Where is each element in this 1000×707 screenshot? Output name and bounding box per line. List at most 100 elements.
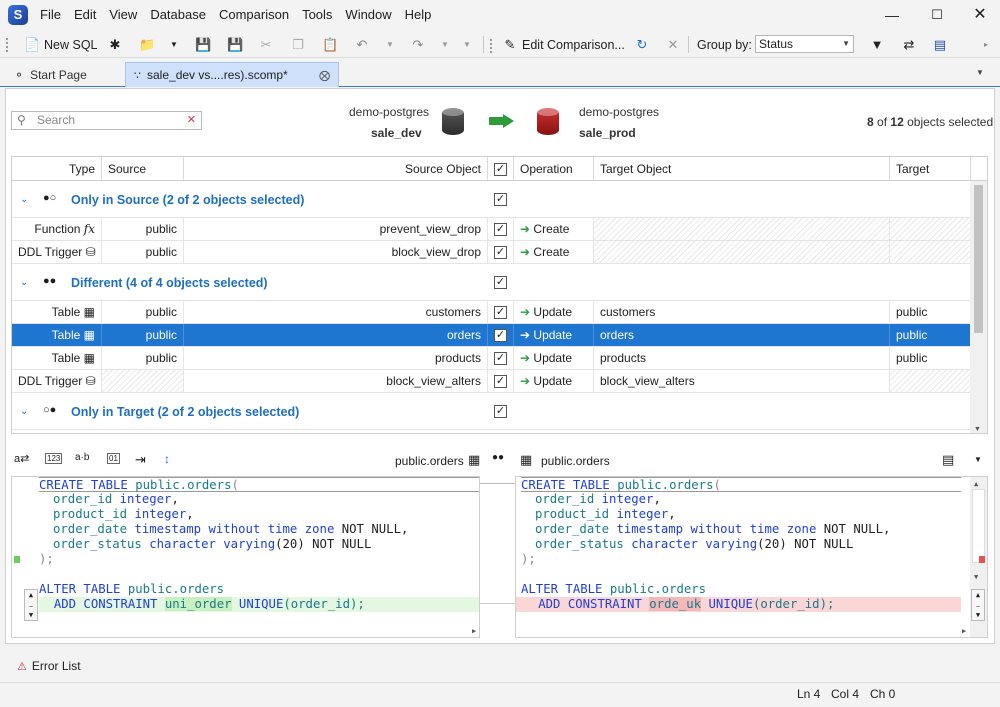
menu-view[interactable]: View	[109, 7, 137, 22]
open-button[interactable]: 📁	[139, 34, 155, 55]
toolbar-overflow[interactable]: ▼	[463, 34, 471, 55]
row-source-object: customers	[184, 301, 488, 323]
update-arrow-icon: ➔	[520, 374, 531, 388]
row-target-object: products	[594, 347, 890, 369]
new-sql-button[interactable]: 📄 New SQL	[24, 34, 98, 55]
table-row[interactable]: DDL Trigger ⛁ block_view_alters ✓ ➔ Upda…	[12, 370, 971, 393]
menu-help[interactable]: Help	[405, 7, 432, 22]
row-source-object: block_view_drop	[184, 241, 488, 263]
refresh-icon: ↻	[636, 36, 648, 52]
column-header-target-owner[interactable]: Target Owner	[890, 157, 971, 200]
table-row[interactable]: DDL Trigger ⛁ public block_view_drop ✓ ➜…	[12, 241, 971, 264]
new-object-button[interactable]: ✱	[107, 34, 123, 55]
row-checkbox[interactable]: ✓	[488, 347, 514, 369]
group-different[interactable]: ⌄ ●● Different (4 of 4 objects selected)…	[12, 264, 971, 301]
sync-button[interactable]: ⇄	[901, 34, 917, 55]
table-row-selected[interactable]: Table ▦ public orders ✓ ➔ Update orders …	[12, 324, 971, 347]
report-button[interactable]: ▤	[932, 34, 948, 55]
clear-search-icon[interactable]: ✕	[187, 112, 196, 129]
hscroll-right-icon[interactable]: ▶	[962, 627, 966, 635]
row-checkbox[interactable]: ✓	[488, 370, 514, 392]
menu-file[interactable]: File	[40, 7, 61, 22]
scroll-up-icon: ▲	[974, 480, 979, 488]
chevron-down-icon[interactable]: ▼	[974, 455, 982, 464]
menu-database[interactable]: Database	[150, 7, 206, 22]
save-button[interactable]: 💾	[195, 34, 211, 55]
ignore-case-icon[interactable]: a⇄	[14, 452, 29, 465]
tab-start-page[interactable]: ⚬ Start Page	[6, 62, 122, 87]
edit-comparison-button[interactable]: ✎ Edit Comparison...	[502, 34, 625, 55]
row-checkbox[interactable]: ✓	[488, 301, 514, 323]
ignore-numbers-icon[interactable]: 123	[45, 453, 63, 464]
menu-window[interactable]: Window	[345, 7, 391, 22]
scrollbar-thumb[interactable]	[974, 185, 983, 333]
column-header-source-object[interactable]: Source Object	[184, 157, 488, 181]
undo-button[interactable]: ↶	[354, 34, 370, 55]
scroll-down-icon[interactable]: ▼	[974, 426, 981, 433]
group-by-select[interactable]: Status ▼	[755, 35, 854, 53]
tab-comparison[interactable]: ∵ sale_dev vs....res).scomp* ⨂	[125, 62, 339, 87]
column-header-type[interactable]: Type	[12, 157, 102, 181]
row-checkbox[interactable]: ✓	[488, 218, 514, 240]
open-dropdown[interactable]: ▼	[170, 34, 178, 55]
cut-button[interactable]: ✂	[258, 34, 274, 55]
sort-icon[interactable]: ↕	[164, 452, 170, 466]
close-window-button[interactable]: ✕	[965, 4, 995, 26]
collapse-chevron-icon[interactable]: ⌄	[20, 277, 28, 288]
hscroll-right-icon[interactable]: ▶	[472, 627, 476, 635]
group-title: Different (4 of 4 objects selected)	[71, 276, 268, 290]
grid-vertical-scrollbar[interactable]: ▼	[970, 181, 987, 433]
chevron-down-icon: ▼	[976, 68, 984, 77]
group-checkbox[interactable]: ✓	[494, 192, 507, 207]
group-only-in-source[interactable]: ⌄ ●○ Only in Source (2 of 2 objects sele…	[12, 181, 971, 218]
row-checkbox[interactable]: ✓	[488, 324, 514, 346]
group-checkbox[interactable]: ✓	[494, 275, 507, 290]
group-checkbox[interactable]: ✓	[494, 404, 507, 419]
new-sql-icon: 📄	[24, 36, 41, 52]
table-row[interactable]: Function fx public prevent_view_drop ✓ ➜…	[12, 218, 971, 241]
table-row[interactable]: Table ▦ public customers ✓ ➔ Update cust…	[12, 301, 971, 324]
code-line-changed: ADD CONSTRAINT orde_uk UNIQUE(order_id);	[516, 597, 961, 612]
layout-icon[interactable]: ▤	[942, 452, 954, 468]
target-code-pane[interactable]: CREATE TABLE public.orders( order_id int…	[515, 476, 988, 638]
row-checkbox[interactable]: ✓	[488, 241, 514, 263]
overflow-arrow-icon: ▸	[984, 40, 989, 49]
change-navigator[interactable]: ▲ ⚊ ▼	[24, 589, 38, 621]
maximize-button[interactable]: ☐	[922, 4, 952, 26]
collapse-chevron-icon[interactable]: ⌄	[20, 406, 28, 417]
table-row[interactable]: Table ▦ public products ✓ ➔ Update produ…	[12, 347, 971, 370]
copy-button[interactable]: ❐	[290, 34, 306, 55]
redo-dropdown[interactable]: ▼	[441, 34, 449, 55]
ddl-trigger-icon: ⛁	[85, 245, 96, 259]
target-database-icon	[537, 108, 559, 135]
refresh-button[interactable]: ↻	[634, 34, 650, 55]
column-header-target-object[interactable]: Target Object	[594, 157, 890, 181]
column-header-include[interactable]: ✓	[488, 157, 514, 181]
filter-button[interactable]: ▼	[869, 34, 885, 55]
select-all-checkbox[interactable]: ✓	[494, 163, 507, 177]
menu-tools[interactable]: Tools	[302, 7, 332, 22]
undo-dropdown[interactable]: ▼	[386, 34, 394, 55]
cancel-icon: ✕	[667, 36, 679, 52]
menu-comparison[interactable]: Comparison	[219, 7, 289, 22]
ignore-whitespace-icon[interactable]: a·b	[75, 452, 89, 463]
stop-button[interactable]: ✕	[665, 34, 681, 55]
indent-icon[interactable]: ⇥	[135, 452, 146, 468]
close-tab-icon[interactable]: ⨂	[319, 69, 330, 82]
group-only-in-target[interactable]: ⌄ ○● Only in Target (2 of 2 objects sele…	[12, 393, 971, 430]
minimize-button[interactable]: —	[877, 4, 907, 26]
paste-button[interactable]: 📋	[322, 34, 338, 55]
error-list-tab[interactable]: ⚠ Error List	[17, 659, 81, 673]
column-header-source-owner[interactable]: Source Owner	[102, 157, 184, 200]
code-line: order_status character varying(20) NOT N…	[535, 537, 854, 551]
search-input[interactable]: ⚲ Search ✕	[11, 111, 202, 130]
menu-edit[interactable]: Edit	[74, 7, 96, 22]
save-all-button[interactable]: 💾	[227, 34, 243, 55]
ignore-blank-lines-icon[interactable]: 01	[107, 453, 120, 464]
toolbar-options[interactable]: ▸	[984, 34, 988, 55]
column-header-operation[interactable]: Operation	[514, 157, 594, 181]
source-code-pane[interactable]: CREATE TABLE public.orders( order_id int…	[11, 476, 480, 638]
tab-list-button[interactable]: ▼	[976, 68, 984, 77]
collapse-chevron-icon[interactable]: ⌄	[20, 194, 28, 205]
redo-button[interactable]: ↷	[410, 34, 426, 55]
